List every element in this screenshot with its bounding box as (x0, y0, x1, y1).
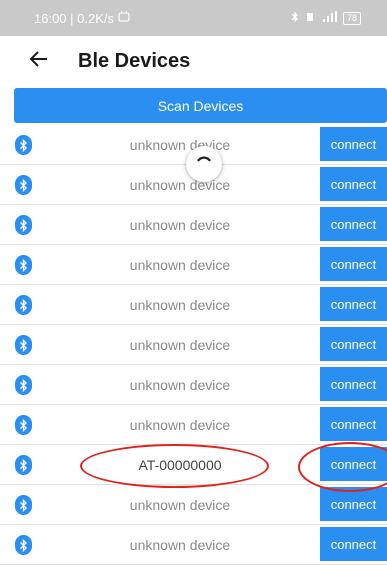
signal-icon (321, 11, 337, 25)
battery-indicator: 78 (342, 11, 361, 25)
status-left: 16:00 | 0.2K/s (34, 11, 130, 26)
device-row: AT-00000000 connect (0, 445, 387, 485)
bluetooth-icon (15, 415, 32, 435)
connect-button[interactable]: connect (320, 367, 387, 401)
device-name: AT-00000000 (138, 457, 222, 473)
device-row: unknown device connect (0, 245, 387, 285)
bluetooth-icon (15, 295, 32, 315)
bluetooth-icon (15, 495, 32, 515)
device-name: unknown device (129, 137, 231, 153)
device-name: unknown device (129, 297, 231, 313)
status-time: 16:00 | 0.2K/s (34, 10, 114, 26)
device-name: unknown device (129, 417, 231, 433)
bluetooth-icon (15, 535, 32, 555)
device-name: unknown device (129, 377, 231, 393)
spinner-icon (195, 153, 213, 176)
connect-button[interactable]: connect (320, 447, 387, 481)
device-name: unknown device (129, 257, 231, 273)
connect-button[interactable]: connect (320, 287, 387, 321)
status-right: 78 (291, 10, 361, 26)
status-bar: 16:00 | 0.2K/s 78 (0, 0, 387, 36)
bluetooth-icon (15, 255, 32, 275)
device-name: unknown device (129, 537, 231, 553)
connect-button[interactable]: connect (320, 527, 387, 561)
connect-button[interactable]: connect (320, 207, 387, 241)
bluetooth-icon (15, 135, 32, 155)
connect-button[interactable]: connect (320, 487, 387, 521)
device-row: unknown device connect (0, 525, 387, 565)
device-row: unknown device connect (0, 365, 387, 405)
connect-button[interactable]: connect (320, 407, 387, 441)
device-name: unknown device (129, 217, 231, 233)
bluetooth-icon (15, 375, 32, 395)
connect-button[interactable]: connect (320, 167, 387, 201)
device-row: unknown device connect (0, 325, 387, 365)
arrow-left-icon (29, 50, 48, 72)
device-list: unknown device connect unknown device conne… (0, 125, 387, 565)
app-bar: Ble Devices (0, 36, 387, 86)
device-row: unknown device connect (0, 205, 387, 245)
connect-button[interactable]: connect (320, 327, 387, 361)
bluetooth-icon (15, 215, 32, 235)
page-title: Ble Devices (78, 49, 191, 72)
bluetooth-icon (15, 335, 32, 355)
vibrate-icon (305, 12, 315, 25)
loading-spinner (186, 146, 222, 182)
connect-button[interactable]: connect (320, 247, 387, 281)
connect-button[interactable]: connect (320, 127, 387, 161)
bluetooth-icon (15, 455, 32, 475)
device-row: unknown device connect (0, 485, 387, 525)
device-name: unknown device (129, 337, 231, 353)
scan-devices-button[interactable]: Scan Devices (14, 88, 387, 123)
notification-icon (118, 10, 130, 25)
device-name: unknown device (129, 177, 231, 193)
bluetooth-icon (15, 175, 32, 195)
bluetooth-icon (291, 10, 299, 26)
device-row: unknown device connect (0, 405, 387, 445)
device-name: unknown device (129, 497, 231, 513)
back-button[interactable] (28, 50, 50, 72)
device-row: unknown device connect (0, 285, 387, 325)
